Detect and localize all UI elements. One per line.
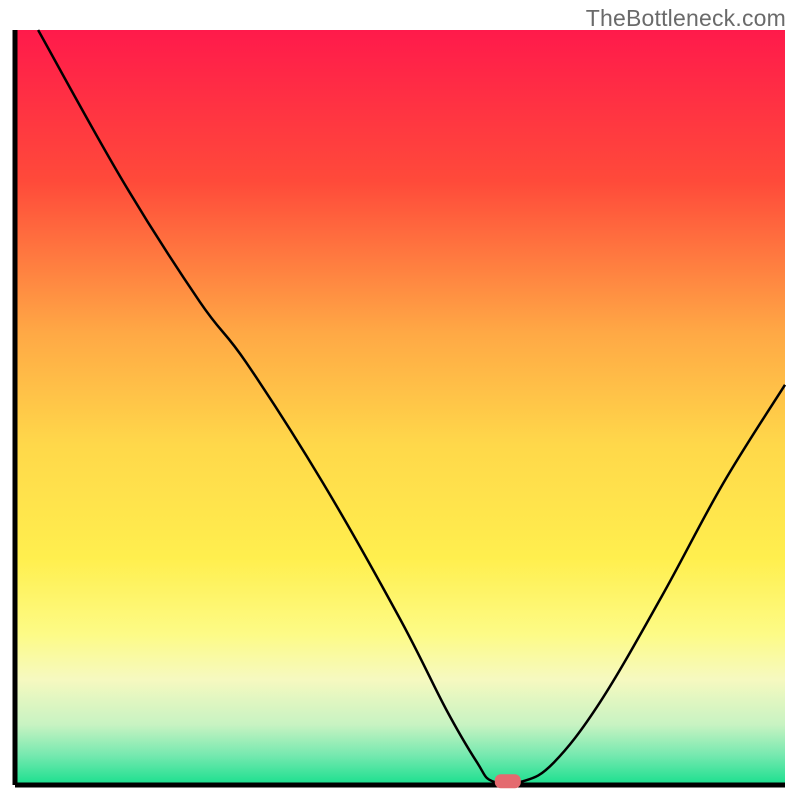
watermark-text: TheBottleneck.com xyxy=(586,5,786,32)
chart-container: TheBottleneck.com xyxy=(0,0,800,800)
minimum-marker xyxy=(495,774,521,788)
plot-background xyxy=(15,30,785,785)
bottleneck-chart xyxy=(0,0,800,800)
